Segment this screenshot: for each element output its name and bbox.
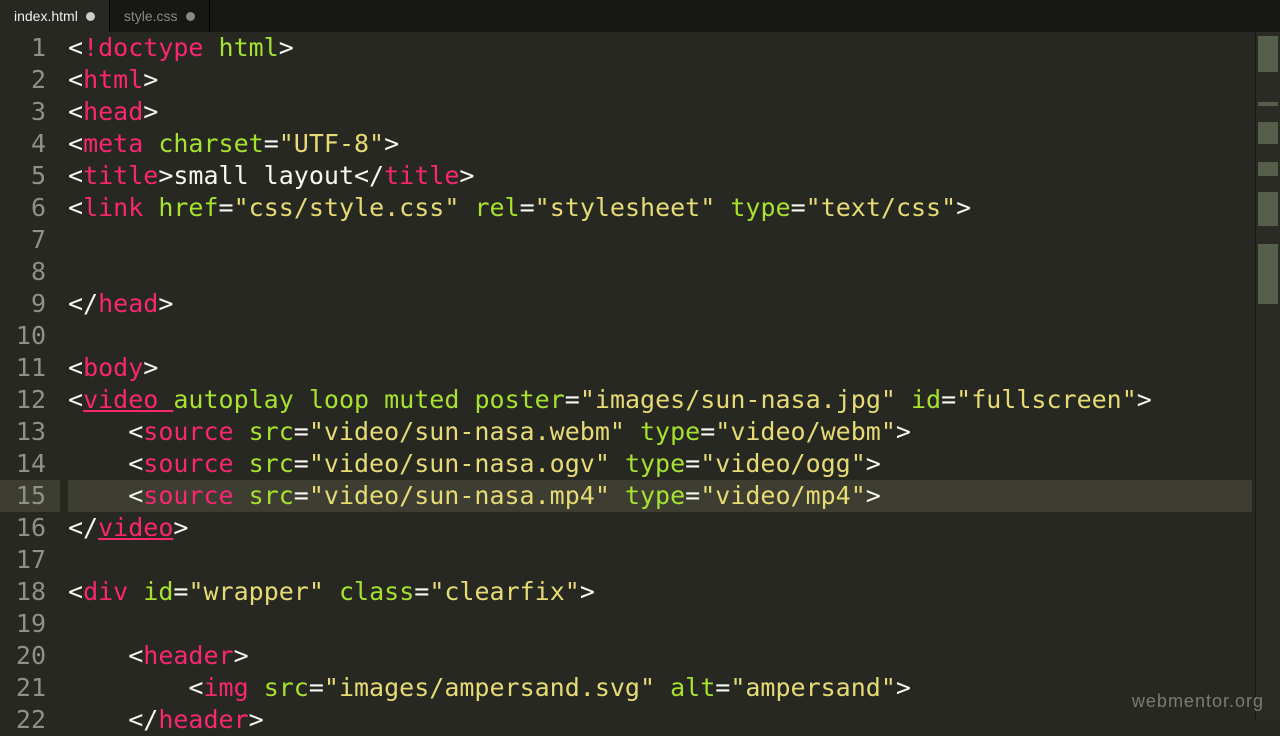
line-number: 9 bbox=[0, 288, 60, 320]
code-line[interactable]: <div id="wrapper" class="clearfix"> bbox=[68, 576, 1252, 608]
line-number: 13 bbox=[0, 416, 60, 448]
minimap[interactable] bbox=[1255, 32, 1280, 720]
code-line[interactable]: <head> bbox=[68, 96, 1252, 128]
line-number: 3 bbox=[0, 96, 60, 128]
code-line[interactable]: <body> bbox=[68, 352, 1252, 384]
code-line[interactable]: <!doctype html> bbox=[68, 32, 1252, 64]
code-content[interactable]: <!doctype html><html><head><meta charset… bbox=[60, 32, 1252, 720]
line-number: 14 bbox=[0, 448, 60, 480]
line-number: 12 bbox=[0, 384, 60, 416]
tab-modified-icon bbox=[86, 12, 95, 21]
code-line[interactable]: <source src="video/sun-nasa.mp4" type="v… bbox=[68, 480, 1252, 512]
tab-label: style.css bbox=[124, 8, 178, 24]
code-line[interactable]: <source src="video/sun-nasa.ogv" type="v… bbox=[68, 448, 1252, 480]
code-line[interactable] bbox=[68, 320, 1252, 352]
minimap-block bbox=[1258, 162, 1278, 176]
line-number: 5 bbox=[0, 160, 60, 192]
minimap-block bbox=[1258, 192, 1278, 226]
line-number: 6 bbox=[0, 192, 60, 224]
code-line[interactable]: <title>small layout</title> bbox=[68, 160, 1252, 192]
watermark: webmentor.org bbox=[1132, 691, 1264, 712]
code-line[interactable]: </video> bbox=[68, 512, 1252, 544]
line-number: 4 bbox=[0, 128, 60, 160]
line-number: 10 bbox=[0, 320, 60, 352]
code-line[interactable] bbox=[68, 608, 1252, 640]
minimap-block bbox=[1258, 36, 1278, 72]
line-number: 16 bbox=[0, 512, 60, 544]
line-gutter: 12345678910111213141516171819202122 bbox=[0, 32, 60, 720]
line-number: 18 bbox=[0, 576, 60, 608]
minimap-block bbox=[1258, 244, 1278, 304]
line-number: 2 bbox=[0, 64, 60, 96]
line-number: 8 bbox=[0, 256, 60, 288]
editor-area[interactable]: 12345678910111213141516171819202122 <!do… bbox=[0, 32, 1252, 720]
code-line[interactable]: </header> bbox=[68, 704, 1252, 736]
line-number: 19 bbox=[0, 608, 60, 640]
line-number: 1 bbox=[0, 32, 60, 64]
code-line[interactable] bbox=[68, 544, 1252, 576]
code-line[interactable]: <img src="images/ampersand.svg" alt="amp… bbox=[68, 672, 1252, 704]
code-line[interactable]: <source src="video/sun-nasa.webm" type="… bbox=[68, 416, 1252, 448]
code-line[interactable]: <video autoplay loop muted poster="image… bbox=[68, 384, 1252, 416]
minimap-block bbox=[1258, 122, 1278, 144]
code-line[interactable]: <html> bbox=[68, 64, 1252, 96]
tab-modified-icon bbox=[186, 12, 195, 21]
line-number: 15 bbox=[0, 480, 60, 512]
code-line[interactable] bbox=[68, 256, 1252, 288]
code-line[interactable]: </head> bbox=[68, 288, 1252, 320]
line-number: 22 bbox=[0, 704, 60, 736]
code-line[interactable]: <header> bbox=[68, 640, 1252, 672]
tab-bar: index.html style.css bbox=[0, 0, 1280, 32]
tab-index-html[interactable]: index.html bbox=[0, 0, 110, 32]
line-number: 20 bbox=[0, 640, 60, 672]
code-line[interactable]: <meta charset="UTF-8"> bbox=[68, 128, 1252, 160]
code-line[interactable]: <link href="css/style.css" rel="styleshe… bbox=[68, 192, 1252, 224]
minimap-block bbox=[1258, 102, 1278, 106]
tab-label: index.html bbox=[14, 8, 78, 24]
line-number: 7 bbox=[0, 224, 60, 256]
code-line[interactable] bbox=[68, 224, 1252, 256]
line-number: 21 bbox=[0, 672, 60, 704]
tab-style-css[interactable]: style.css bbox=[110, 0, 210, 32]
line-number: 11 bbox=[0, 352, 60, 384]
line-number: 17 bbox=[0, 544, 60, 576]
